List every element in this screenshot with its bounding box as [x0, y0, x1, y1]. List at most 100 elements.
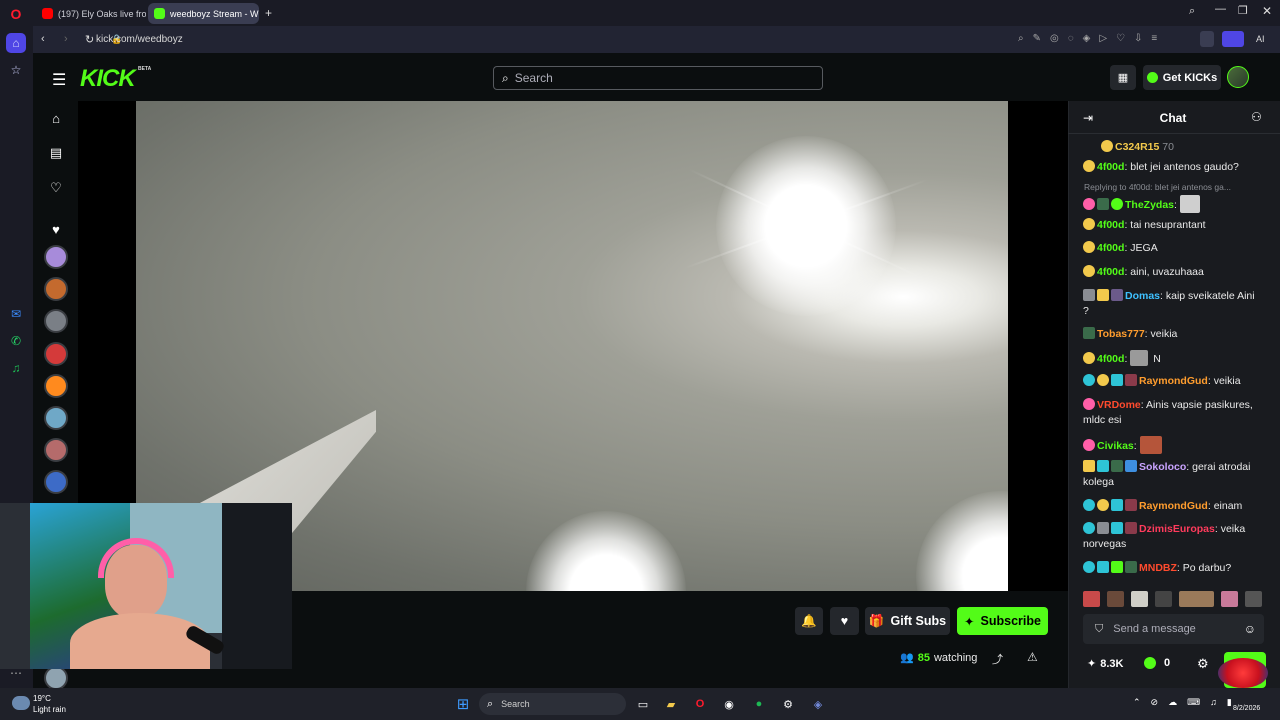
- notification-bell-icon[interactable]: 🔔: [795, 607, 823, 635]
- chat-username[interactable]: 4f00d: [1097, 266, 1124, 278]
- get-kicks-button[interactable]: Get KICKs: [1143, 65, 1221, 90]
- forward-icon[interactable]: ›: [64, 33, 68, 45]
- system-tray-icons[interactable]: ⌃⊘☁⌨♫▮: [1133, 697, 1242, 708]
- chat-username[interactable]: 4f00d: [1097, 161, 1124, 173]
- user-avatar[interactable]: [1227, 66, 1249, 88]
- taskbar-date[interactable]: 8/2/2026: [1233, 705, 1260, 712]
- subscriber-badge-icon: [1083, 265, 1095, 277]
- followed-channel-avatar[interactable]: [44, 666, 68, 690]
- search-input[interactable]: ⌕ Search: [493, 66, 823, 90]
- chat-username[interactable]: RaymondGud: [1139, 375, 1208, 387]
- wolf-badge-icon: [1125, 374, 1137, 386]
- ai-icon[interactable]: AI: [1256, 34, 1265, 44]
- emote-icon[interactable]: [1221, 591, 1239, 607]
- search-tabs-icon[interactable]: ⌕: [1189, 5, 1195, 18]
- chat-message: 4f00d: aini, uvazuhaaa: [1083, 265, 1263, 280]
- profile-icon[interactable]: [1200, 31, 1214, 47]
- tab-kick[interactable]: weedboyz Stream - W: [148, 3, 259, 24]
- followed-channel-avatar[interactable]: [44, 277, 68, 301]
- messenger-icon[interactable]: ✉: [6, 304, 26, 324]
- emote-icon[interactable]: [1178, 591, 1215, 607]
- chat-message-input[interactable]: ⛉ Send a message ☺: [1083, 614, 1264, 644]
- followed-channel-avatar[interactable]: [44, 438, 68, 462]
- chat-message: RaymondGud: einam: [1083, 499, 1263, 514]
- chat-username[interactable]: 4f00d: [1097, 219, 1124, 231]
- following-nav-icon[interactable]: ♡: [47, 179, 65, 197]
- followed-channel-avatar[interactable]: [44, 309, 68, 333]
- followed-channel-avatar[interactable]: [44, 374, 68, 398]
- chat-username[interactable]: Domas: [1125, 290, 1160, 302]
- weather-icon[interactable]: [12, 696, 30, 710]
- chat-username[interactable]: 4f00d: [1097, 353, 1124, 365]
- discord-icon[interactable]: ◈: [809, 695, 827, 713]
- bookmark-star-icon[interactable]: ☆: [6, 60, 26, 80]
- file-explorer-icon[interactable]: ▰: [662, 695, 680, 713]
- chat-username[interactable]: Tobas777: [1097, 328, 1145, 340]
- emote-icon[interactable]: [1106, 591, 1124, 607]
- browse-icon[interactable]: ▦: [1110, 65, 1136, 90]
- get-kicks-label: Get KICKs: [1162, 71, 1218, 84]
- extensions-icon[interactable]: [1222, 31, 1244, 47]
- back-icon[interactable]: ‹: [41, 33, 45, 45]
- emoji-icon[interactable]: ☺: [1244, 622, 1256, 636]
- chat-users-icon[interactable]: ⚇: [1251, 110, 1262, 124]
- settings-taskbar-icon[interactable]: ⚙: [779, 695, 797, 713]
- followed-channel-avatar[interactable]: [44, 245, 68, 269]
- emote-icon[interactable]: [1083, 591, 1100, 607]
- chat-username[interactable]: Civikas: [1097, 440, 1134, 452]
- chat-message: Domas: kaip sveikatele Aini ?: [1083, 289, 1255, 317]
- start-icon[interactable]: ⊞: [454, 695, 472, 713]
- opera-taskbar-icon[interactable]: O: [691, 695, 709, 713]
- chat-username[interactable]: RaymondGud: [1139, 500, 1208, 512]
- emote-icon[interactable]: [1130, 591, 1148, 607]
- chat-username[interactable]: TheZydas: [1125, 199, 1174, 211]
- spotify-icon[interactable]: ♫: [6, 358, 26, 378]
- menu-icon[interactable]: ☰: [52, 70, 66, 90]
- home-icon[interactable]: ⌂: [6, 33, 26, 53]
- kick-logo[interactable]: KICK: [80, 65, 136, 93]
- chat-settings-icon[interactable]: ⚙: [1197, 656, 1209, 672]
- points-balance[interactable]: 0: [1144, 657, 1170, 669]
- chat-username[interactable]: 4f00d: [1097, 242, 1124, 254]
- subscriber-badge-icon: [1083, 160, 1095, 172]
- emote-icon[interactable]: [1154, 591, 1172, 607]
- task-view-icon[interactable]: ▭: [634, 695, 652, 713]
- whatsapp-icon[interactable]: ✆: [6, 331, 26, 351]
- new-tab-button[interactable]: +: [265, 6, 272, 20]
- emote-strip[interactable]: [1083, 591, 1264, 609]
- home-nav-icon[interactable]: ⌂: [47, 109, 65, 127]
- chat-username[interactable]: VRDome: [1097, 399, 1141, 411]
- opera-logo-icon[interactable]: O: [6, 4, 26, 24]
- followed-channel-avatar[interactable]: [44, 470, 68, 494]
- kicks-count: 8.3K: [1100, 657, 1124, 670]
- obs-icon[interactable]: ◉: [720, 695, 738, 713]
- gift-subs-button[interactable]: 🎁 Gift Subs: [865, 607, 950, 635]
- kicks-balance[interactable]: ✦ 8.3K: [1087, 657, 1124, 671]
- tab-youtube[interactable]: (197) Ely Oaks live from B: [36, 3, 146, 24]
- weather-temp[interactable]: 19°C: [33, 694, 51, 703]
- emote-icon[interactable]: [1245, 591, 1262, 607]
- follow-heart-button[interactable]: ♥: [830, 607, 859, 635]
- share-icon[interactable]: ⤴: [992, 651, 1003, 667]
- chat-username[interactable]: C324R15: [1115, 141, 1159, 153]
- toolbar-extension-icons[interactable]: ⌕✎◎◌◈▷♡⇩≡: [1018, 33, 1166, 44]
- reload-icon[interactable]: ↻: [85, 33, 94, 46]
- spotify-taskbar-icon[interactable]: ●: [750, 695, 768, 713]
- close-window-icon[interactable]: ✕: [1262, 4, 1272, 18]
- reply-context[interactable]: Replying to 4f00d: blet jei antenos ga..…: [1084, 182, 1264, 192]
- taskbar-search[interactable]: ⌕ Search: [479, 693, 626, 715]
- subscribe-button[interactable]: ✦ Subscribe: [957, 607, 1048, 635]
- weather-desc[interactable]: Light rain: [33, 705, 66, 714]
- browse-nav-icon[interactable]: ▤: [47, 144, 65, 162]
- chat-username[interactable]: Sokoloco: [1139, 461, 1186, 473]
- url-field[interactable]: kick.com/weedboyz: [96, 34, 183, 45]
- maximize-icon[interactable]: ❐: [1238, 4, 1248, 17]
- report-icon[interactable]: ⚠: [1027, 650, 1038, 664]
- chat-username[interactable]: MNDBZ: [1139, 562, 1177, 574]
- followed-channel-avatar[interactable]: [44, 406, 68, 430]
- chat-username[interactable]: DzimisEuropas: [1139, 523, 1215, 535]
- collapse-chat-icon[interactable]: ⇥: [1083, 111, 1093, 125]
- followed-channel-avatar[interactable]: [44, 342, 68, 366]
- minimize-icon[interactable]: —: [1215, 3, 1226, 15]
- points-icon: [1144, 657, 1156, 669]
